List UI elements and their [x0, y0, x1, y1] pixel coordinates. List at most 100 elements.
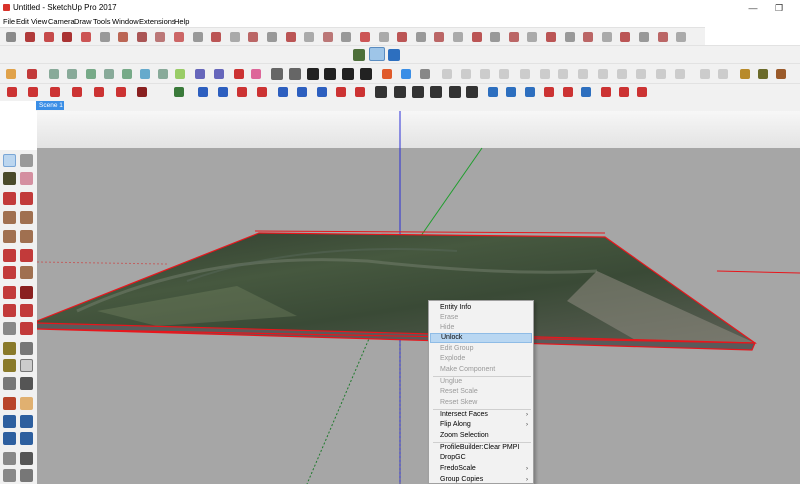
tool-b-icon[interactable]: [28, 87, 38, 97]
tape-icon[interactable]: [195, 69, 205, 79]
section-cuts-icon[interactable]: [700, 69, 710, 79]
select-arrow-icon[interactable]: [3, 154, 16, 167]
rectangle-draw-icon[interactable]: [3, 211, 16, 224]
tool-ad-icon[interactable]: [601, 87, 611, 97]
3d-text-icon[interactable]: [360, 32, 370, 42]
orbit-icon[interactable]: [214, 69, 224, 79]
follow-me-icon[interactable]: [118, 32, 128, 42]
polygon-icon[interactable]: [211, 32, 221, 42]
walk-tool-icon[interactable]: [379, 32, 389, 42]
tool-a-icon[interactable]: [7, 87, 17, 97]
two-point-arc-icon[interactable]: [20, 249, 33, 262]
tool-aa-icon[interactable]: [544, 87, 554, 97]
solid-trim-icon[interactable]: [620, 32, 630, 42]
pie-icon[interactable]: [140, 69, 150, 79]
toggle-terrain-icon[interactable]: [369, 47, 385, 61]
tool-s-icon[interactable]: [394, 86, 406, 98]
sketchy-icon[interactable]: [675, 69, 685, 79]
follow-me-tool-icon[interactable]: [20, 304, 33, 317]
extension-warehouse-icon[interactable]: [251, 69, 261, 79]
house-iso-icon[interactable]: [307, 68, 319, 80]
look-around-icon[interactable]: [397, 32, 407, 42]
house-top-icon[interactable]: [324, 68, 336, 80]
pie-tool-icon[interactable]: [20, 266, 33, 279]
move-arrows-icon[interactable]: [3, 286, 16, 299]
solid-subtract-icon[interactable]: [602, 32, 612, 42]
polygon-tool-icon[interactable]: [20, 230, 33, 243]
orbit-ball-icon[interactable]: [3, 397, 16, 410]
stamp-icon[interactable]: [472, 32, 482, 42]
follow-icon[interactable]: [175, 69, 185, 79]
circle-draw-icon[interactable]: [3, 230, 16, 243]
menu-hide[interactable]: Hide: [430, 323, 532, 333]
sandbox-icon[interactable]: [434, 32, 444, 42]
house-right-icon[interactable]: [360, 68, 372, 80]
menu-reset-skew[interactable]: Reset Skew: [430, 398, 532, 408]
redo-icon[interactable]: [25, 32, 35, 42]
add-detail-icon[interactable]: [509, 32, 519, 42]
warehouse-icon[interactable]: [234, 69, 244, 79]
freehand-icon[interactable]: [267, 32, 277, 42]
protractor-tool-icon[interactable]: [3, 359, 16, 372]
tool-m-icon[interactable]: [278, 87, 288, 97]
ruby-icon[interactable]: [740, 69, 750, 79]
menu-tools[interactable]: Tools: [93, 16, 111, 27]
tool-y-icon[interactable]: [506, 87, 516, 97]
tool-u-icon[interactable]: [430, 86, 442, 98]
drape-icon[interactable]: [490, 32, 500, 42]
back-edges-icon[interactable]: [461, 69, 471, 79]
tool-w-icon[interactable]: [466, 86, 478, 98]
move-tool-icon[interactable]: [44, 32, 54, 42]
tool-i-icon[interactable]: [198, 87, 208, 97]
zoom-extents-icon[interactable]: [3, 432, 16, 445]
tool-r-icon[interactable]: [375, 86, 387, 98]
tool-f-icon[interactable]: [116, 87, 126, 97]
axes-xyz-icon[interactable]: [3, 377, 16, 390]
arc-draw-icon[interactable]: [122, 69, 132, 79]
menu-flip-along[interactable]: Flip Along ›: [430, 420, 532, 430]
tool-v-icon[interactable]: [449, 86, 461, 98]
add-location-icon[interactable]: [353, 49, 365, 61]
maximize-button[interactable]: ❐: [768, 1, 790, 15]
fog-icon[interactable]: [540, 69, 550, 79]
push-pull-icon[interactable]: [158, 69, 168, 79]
intersect-icon[interactable]: [676, 32, 686, 42]
menu-edit[interactable]: Edit: [16, 16, 29, 27]
flip-edge-icon[interactable]: [527, 32, 537, 42]
menu-dropgc[interactable]: DropGC: [430, 453, 532, 463]
offset-arrows-icon[interactable]: [20, 322, 33, 335]
menu-reset-scale[interactable]: Reset Scale: [430, 387, 532, 397]
model-viewport[interactable]: [37, 111, 800, 484]
tool-ab-icon[interactable]: [563, 87, 573, 97]
position-camera-icon[interactable]: [416, 32, 426, 42]
monochrome-icon[interactable]: [420, 69, 430, 79]
previous-view-icon[interactable]: [20, 432, 33, 445]
freehand-draw-icon[interactable]: [20, 192, 33, 205]
hidden-line-icon[interactable]: [499, 69, 509, 79]
tool-x-icon[interactable]: [488, 87, 498, 97]
menu-edit-group[interactable]: Edit Group: [430, 344, 532, 354]
tool-o-icon[interactable]: [317, 87, 327, 97]
tool-k-icon[interactable]: [237, 87, 247, 97]
smoove-icon[interactable]: [453, 32, 463, 42]
eraser-icon[interactable]: [20, 172, 33, 185]
menu-camera[interactable]: Camera: [48, 16, 75, 27]
plugin-icon[interactable]: [758, 69, 768, 79]
tool-z-icon[interactable]: [525, 87, 535, 97]
tool-q-icon[interactable]: [355, 87, 365, 97]
photo-textures-icon[interactable]: [388, 49, 400, 61]
paint-bucket-icon[interactable]: [3, 172, 16, 185]
tool-n-icon[interactable]: [297, 87, 307, 97]
rotated-rectangle-icon[interactable]: [67, 69, 77, 79]
plugin-2-icon[interactable]: [776, 69, 786, 79]
orbit-tool-icon[interactable]: [6, 32, 16, 42]
menu-unlock[interactable]: Unlock: [430, 333, 532, 343]
menu-fredoscale[interactable]: FredoScale ›: [430, 464, 532, 474]
tool-ae-icon[interactable]: [619, 87, 629, 97]
tool-t-icon[interactable]: [412, 86, 424, 98]
house-front-icon[interactable]: [342, 68, 354, 80]
edge-style-icon[interactable]: [558, 69, 568, 79]
position-camera-tool-icon[interactable]: [3, 452, 16, 465]
menu-file[interactable]: File: [3, 16, 15, 27]
look-around-eye-icon[interactable]: [20, 452, 33, 465]
